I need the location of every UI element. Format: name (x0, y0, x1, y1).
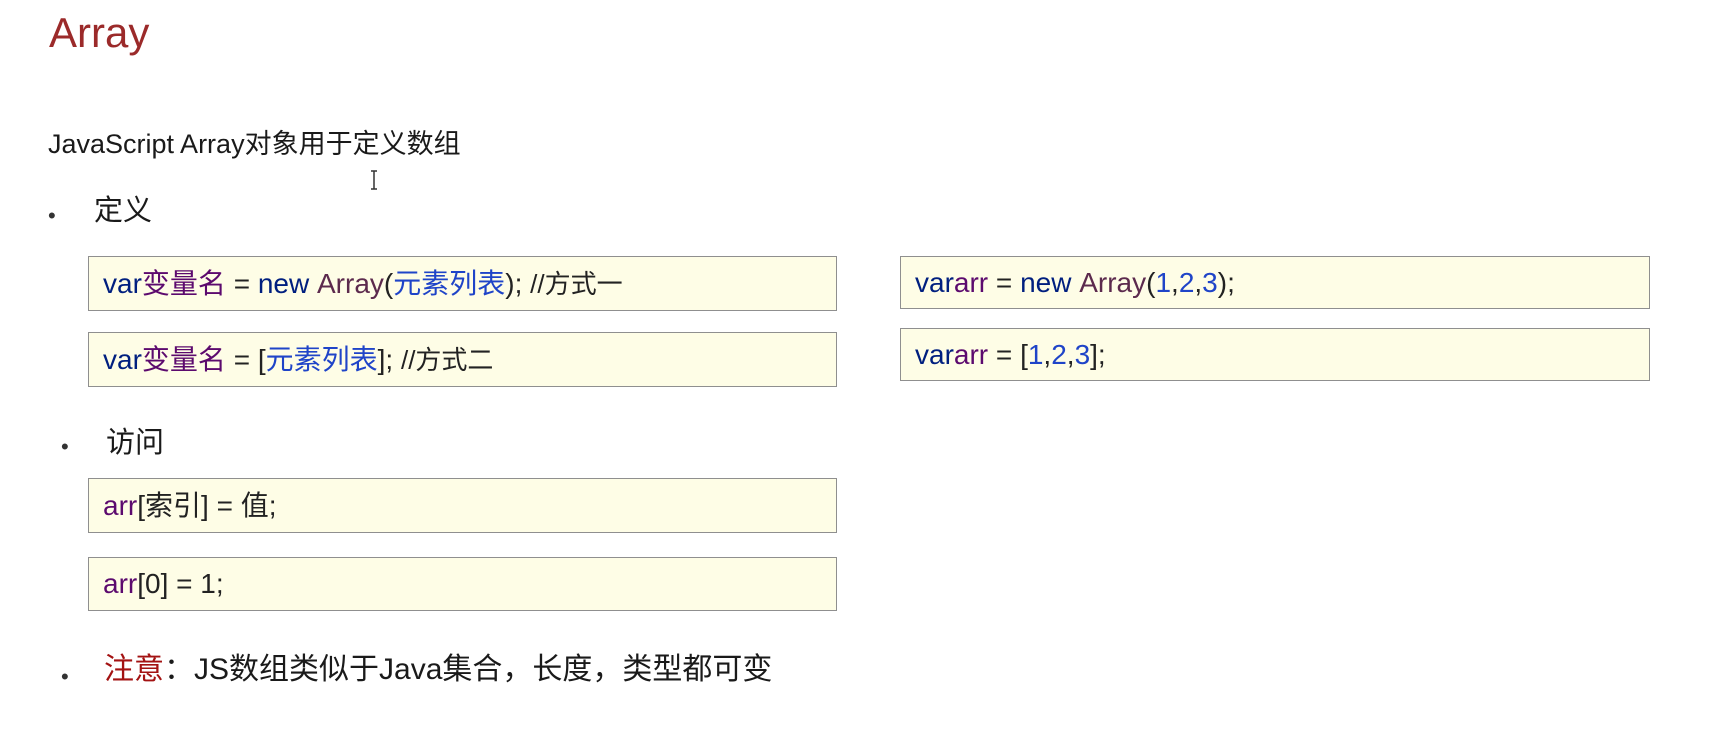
code-constructor: Array (317, 267, 384, 299)
code-box-access-syntax: arr [索引] = 值; (88, 478, 837, 533)
code-punct: ); (1217, 266, 1235, 298)
code-value: 3 (1202, 266, 1218, 298)
code-punct: ); (505, 267, 531, 299)
note-line: 注意：JS数组类似于Java集合，长度，类型都可变 (104, 652, 772, 688)
bullet-define: • (48, 203, 56, 228)
code-operator: = (225, 343, 258, 375)
note-label: 注意 (104, 653, 164, 686)
code-punct: , (1171, 266, 1179, 298)
code-punct: [ (1020, 338, 1028, 370)
code-identifier: arr (953, 266, 989, 298)
code-box-define-syntax-1: var 变量名 = new Array(元素列表); //方式一 (88, 256, 837, 311)
code-comment: //方式二 (400, 344, 494, 375)
code-box-define-example-2: var arr = [1, 2, 3]; (900, 328, 1650, 381)
bullet-access: • (61, 434, 69, 459)
code-punct: ]; (1090, 338, 1106, 370)
code-identifier: arr (953, 338, 989, 370)
code-punct: , (1043, 338, 1052, 370)
section-label-define: 定义 (94, 195, 153, 227)
code-box-define-syntax-2: var 变量名 = [元素列表]; //方式二 (88, 332, 837, 387)
code-value: 2 (1178, 266, 1195, 298)
code-identifier: 变量名 (141, 267, 226, 299)
code-value: 1 (1155, 266, 1172, 298)
code-operator: = (988, 338, 1021, 370)
code-box-access-example: arr [0] = 1; (88, 557, 837, 611)
note-text: ：JS数组类似于Java集合，长度，类型都可变 (164, 653, 773, 686)
code-value: 3 (1074, 338, 1091, 370)
code-keyword: var (103, 343, 142, 375)
code-punct: , (1194, 266, 1203, 298)
code-value: 元素列表 (265, 343, 378, 375)
code-keyword: new (257, 267, 317, 299)
code-punct: ]; (377, 343, 401, 375)
code-punct: ( (1146, 266, 1156, 298)
code-identifier: 变量名 (141, 343, 226, 375)
bullet-note: • (61, 664, 69, 689)
code-keyword: var (915, 338, 954, 370)
code-keyword: var (915, 266, 954, 298)
code-keyword: new (1020, 266, 1080, 298)
text-ibeam-cursor-icon (371, 170, 377, 190)
section-label-access: 访问 (106, 427, 165, 459)
code-operator: = (988, 266, 1021, 298)
code-value: 元素列表 (393, 267, 506, 299)
code-identifier: arr (103, 568, 138, 599)
code-comment: //方式一 (530, 268, 623, 299)
code-punct: ( (383, 267, 394, 299)
code-constructor: Array (1079, 266, 1147, 298)
code-punct: , (1066, 338, 1075, 370)
code-punct: [ (257, 343, 266, 375)
code-identifier: arr (103, 489, 138, 521)
code-value: 2 (1051, 338, 1067, 370)
code-operator: = (225, 267, 258, 299)
code-box-define-example-1: var arr = new Array(1, 2, 3); (900, 256, 1650, 309)
code-keyword: var (103, 267, 142, 299)
intro-text: JavaScript Array对象用于定义数组 (48, 129, 461, 159)
code-rest: [索引] = 值; (137, 489, 277, 521)
code-rest: [0] = 1; (137, 568, 224, 599)
page-title: Array (49, 9, 150, 56)
code-value: 1 (1027, 338, 1044, 370)
